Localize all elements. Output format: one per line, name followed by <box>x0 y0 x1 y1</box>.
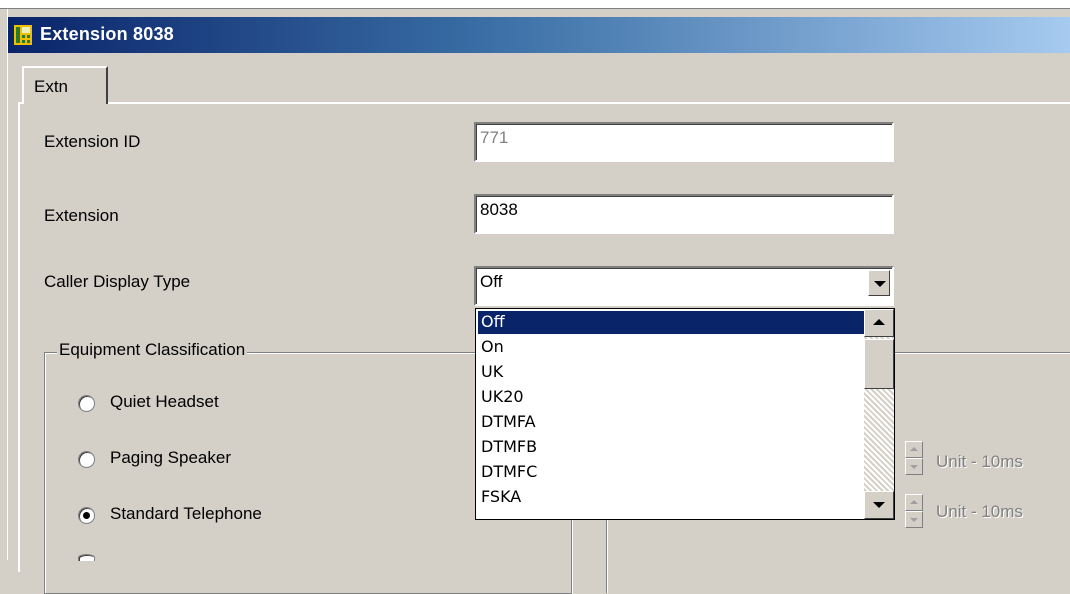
spin-down-button[interactable] <box>905 458 923 475</box>
list-item[interactable]: UK <box>478 361 865 384</box>
list-item[interactable]: FSKA <box>478 486 865 509</box>
spin-down-button[interactable] <box>905 511 923 528</box>
list-item[interactable]: DTMFA <box>478 411 865 434</box>
tab-extn[interactable]: Extn <box>22 66 108 104</box>
timer-spinner-1[interactable] <box>905 441 923 475</box>
scroll-thumb[interactable] <box>864 339 894 389</box>
phone-app-icon <box>14 25 32 45</box>
caller-display-type-value: Off <box>480 272 503 291</box>
chevron-down-icon <box>874 281 886 287</box>
list-item[interactable]: DTMFB <box>478 436 865 459</box>
extension-id-label: Extension ID <box>44 132 141 151</box>
extension-label: Extension <box>44 206 119 225</box>
chevron-up-icon <box>873 319 885 325</box>
caller-display-type-label: Caller Display Type <box>44 272 191 291</box>
caller-display-type-list[interactable]: Off On UK UK20 DTMFA DTMFB DTMFC FSKA <box>475 308 895 520</box>
radio-quiet-headset[interactable] <box>78 395 95 412</box>
extension-value: 8038 <box>480 200 518 219</box>
spin-up-button[interactable] <box>905 494 923 511</box>
radio-standard-telephone[interactable] <box>78 507 95 524</box>
top-edge <box>0 0 1070 9</box>
standard-telephone-label: Standard Telephone <box>110 504 262 523</box>
chevron-down-icon <box>873 502 885 508</box>
radio-paging-speaker[interactable] <box>78 451 95 468</box>
tab-extn-label: Extn <box>34 77 69 96</box>
list-item[interactable]: UK20 <box>478 386 865 409</box>
list-scrollbar[interactable] <box>864 309 894 519</box>
paging-speaker-label: Paging Speaker <box>110 448 231 467</box>
caller-display-type-select[interactable]: Off <box>474 266 894 306</box>
scroll-down-button[interactable] <box>864 491 894 519</box>
scroll-up-button[interactable] <box>864 309 894 337</box>
equipment-classification-legend: Equipment Classification <box>57 340 248 360</box>
spin-up-button[interactable] <box>905 441 923 458</box>
title-bar[interactable]: Extension 8038 <box>8 17 1070 53</box>
extension-id-field[interactable]: 771 <box>474 122 894 162</box>
list-item[interactable]: On <box>478 336 865 359</box>
window-title: Extension 8038 <box>40 24 174 44</box>
unit-label-1: Unit - 10ms <box>936 452 1023 471</box>
extension-id-value: 771 <box>480 128 509 147</box>
extension-field[interactable]: 8038 <box>474 194 894 234</box>
dropdown-button[interactable] <box>868 270 890 296</box>
window-left-border <box>0 9 8 560</box>
list-item[interactable]: Off <box>477 310 866 335</box>
quiet-headset-label: Quiet Headset <box>110 392 219 411</box>
unit-label-2: Unit - 10ms <box>936 502 1023 521</box>
timer-spinner-2[interactable] <box>905 494 923 528</box>
list-item[interactable]: DTMFC <box>478 461 865 484</box>
